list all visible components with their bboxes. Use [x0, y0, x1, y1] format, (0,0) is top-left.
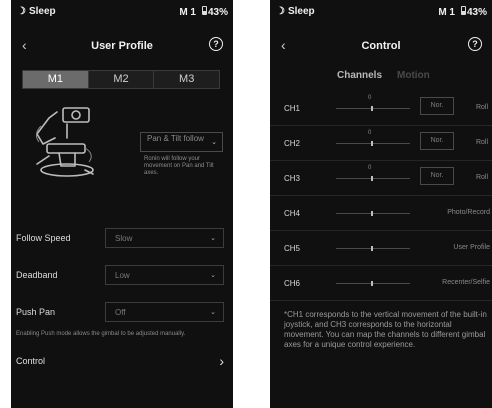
sleep-indicator: ☽ Sleep: [276, 6, 315, 17]
channel-zero-label: 0: [368, 95, 372, 101]
channel-row: CH3 0 Nor. Roll: [270, 162, 492, 196]
user-profile-screen: ☽ Sleep M 1 43% ‹ User Profile ? M1 M2 M…: [11, 0, 233, 408]
slider-thumb[interactable]: [371, 246, 373, 251]
slider-thumb[interactable]: [371, 141, 373, 146]
status-right: M 1 43%: [179, 6, 228, 18]
push-pan-row: Push Pan Off ⌄: [11, 302, 233, 324]
gimbal-illustration: [35, 107, 94, 177]
deadband-row: Deadband Low ⌄: [11, 265, 233, 287]
chevron-down-icon: ⌄: [210, 235, 216, 242]
channel-mode-button[interactable]: Nor.: [420, 167, 454, 185]
channel-name: CH5: [284, 244, 301, 253]
channel-level-slider[interactable]: [336, 246, 410, 251]
help-button[interactable]: ?: [468, 37, 482, 51]
channel-function[interactable]: Roll: [476, 174, 488, 181]
follow-speed-select[interactable]: Slow ⌄: [105, 228, 224, 248]
tab-channels[interactable]: Channels: [337, 70, 382, 81]
channel-zero-label: 0: [368, 130, 372, 136]
status-right: M 1 43%: [438, 6, 487, 18]
channel-row: CH4 Photo/Record: [270, 197, 492, 231]
channel-name: CH6: [284, 279, 301, 288]
chevron-down-icon: ⌄: [210, 309, 216, 316]
battery-indicator: 43%: [201, 6, 228, 18]
status-bar: ☽ Sleep M 1 43%: [11, 0, 233, 24]
profile-tab-m2[interactable]: M2: [89, 71, 155, 88]
follow-mode-description: Ronin will follow your movement on Pan a…: [144, 156, 214, 176]
slider-thumb[interactable]: [371, 281, 373, 286]
tab-motion[interactable]: Motion: [397, 70, 430, 81]
nav-bar: ‹ User Profile ?: [11, 34, 233, 58]
push-pan-label: Push Pan: [16, 307, 56, 317]
profile-tab-m1[interactable]: M1: [23, 71, 89, 88]
battery-icon: [460, 6, 466, 15]
channel-function[interactable]: Recenter/Selfie: [442, 279, 490, 286]
battery-icon: [201, 6, 207, 15]
push-pan-value: Off: [115, 308, 126, 317]
profile-indicator: M 1: [179, 6, 196, 18]
deadband-value: Low: [115, 271, 130, 280]
channel-name: CH4: [284, 209, 301, 218]
slider-thumb[interactable]: [371, 211, 373, 216]
channel-function[interactable]: Roll: [476, 139, 488, 146]
channel-level-slider[interactable]: [336, 176, 410, 181]
follow-speed-value: Slow: [115, 234, 133, 243]
sleep-label: Sleep: [287, 6, 315, 17]
channel-name: CH1: [284, 104, 301, 113]
profile-indicator: M 1: [438, 6, 455, 18]
profile-selector: M1 M2 M3: [22, 70, 220, 89]
page-title: Control: [361, 40, 401, 52]
channel-mode-button[interactable]: Nor.: [420, 132, 454, 150]
push-pan-select[interactable]: Off ⌄: [105, 302, 224, 322]
status-bar: ☽ Sleep M 1 43%: [270, 0, 492, 24]
channel-mode-button[interactable]: Nor.: [420, 97, 454, 115]
control-label: Control: [16, 356, 46, 366]
control-menu-item[interactable]: Control ›: [11, 352, 233, 370]
channels-footnote: *CH1 corresponds to the vertical movemen…: [284, 310, 487, 349]
battery-level: 43%: [466, 7, 487, 18]
moon-icon: ☽: [17, 6, 26, 17]
follow-speed-row: Follow Speed Slow ⌄: [11, 228, 233, 250]
channel-row: CH1 0 Nor. Roll: [270, 92, 492, 126]
chevron-right-icon: ›: [219, 353, 224, 369]
channel-row: CH6 Recenter/Selfie: [270, 267, 492, 301]
channel-function[interactable]: User Profile: [453, 244, 490, 251]
channel-level-slider[interactable]: [336, 281, 410, 286]
channel-name: CH3: [284, 174, 301, 183]
moon-icon: ☽: [276, 6, 285, 17]
follow-mode-value: Pan & Tilt follow: [147, 134, 204, 143]
battery-indicator: 43%: [460, 6, 487, 18]
channel-function[interactable]: Roll: [476, 104, 488, 111]
control-screen: ☽ Sleep M 1 43% ‹ Control ? Channels Mot…: [270, 0, 492, 408]
channel-name: CH2: [284, 139, 301, 148]
nav-bar: ‹ Control ?: [270, 34, 492, 58]
follow-mode-select[interactable]: Pan & Tilt follow ⌄: [140, 132, 223, 152]
channel-row: CH2 0 Nor. Roll: [270, 127, 492, 161]
follow-speed-label: Follow Speed: [16, 233, 71, 243]
push-mode-note: Enabling Push mode allows the gimbal to …: [16, 331, 186, 337]
sleep-label: Sleep: [28, 6, 56, 17]
deadband-select[interactable]: Low ⌄: [105, 265, 224, 285]
chevron-down-icon: ⌄: [211, 139, 217, 146]
page-title: User Profile: [91, 40, 153, 52]
profile-tab-m3[interactable]: M3: [154, 71, 219, 88]
channel-level-slider[interactable]: [336, 141, 410, 146]
channel-function[interactable]: Photo/Record: [447, 209, 490, 216]
control-tabs: Channels Motion: [270, 70, 492, 84]
channel-row: CH5 User Profile: [270, 232, 492, 266]
channel-zero-label: 0: [368, 165, 372, 171]
channel-level-slider[interactable]: [336, 211, 410, 216]
battery-level: 43%: [207, 7, 228, 18]
help-button[interactable]: ?: [209, 37, 223, 51]
chevron-down-icon: ⌄: [210, 272, 216, 279]
slider-thumb[interactable]: [371, 176, 373, 181]
deadband-label: Deadband: [16, 270, 58, 280]
channel-level-slider[interactable]: [336, 106, 410, 111]
slider-thumb[interactable]: [371, 106, 373, 111]
sleep-indicator: ☽ Sleep: [17, 6, 56, 17]
